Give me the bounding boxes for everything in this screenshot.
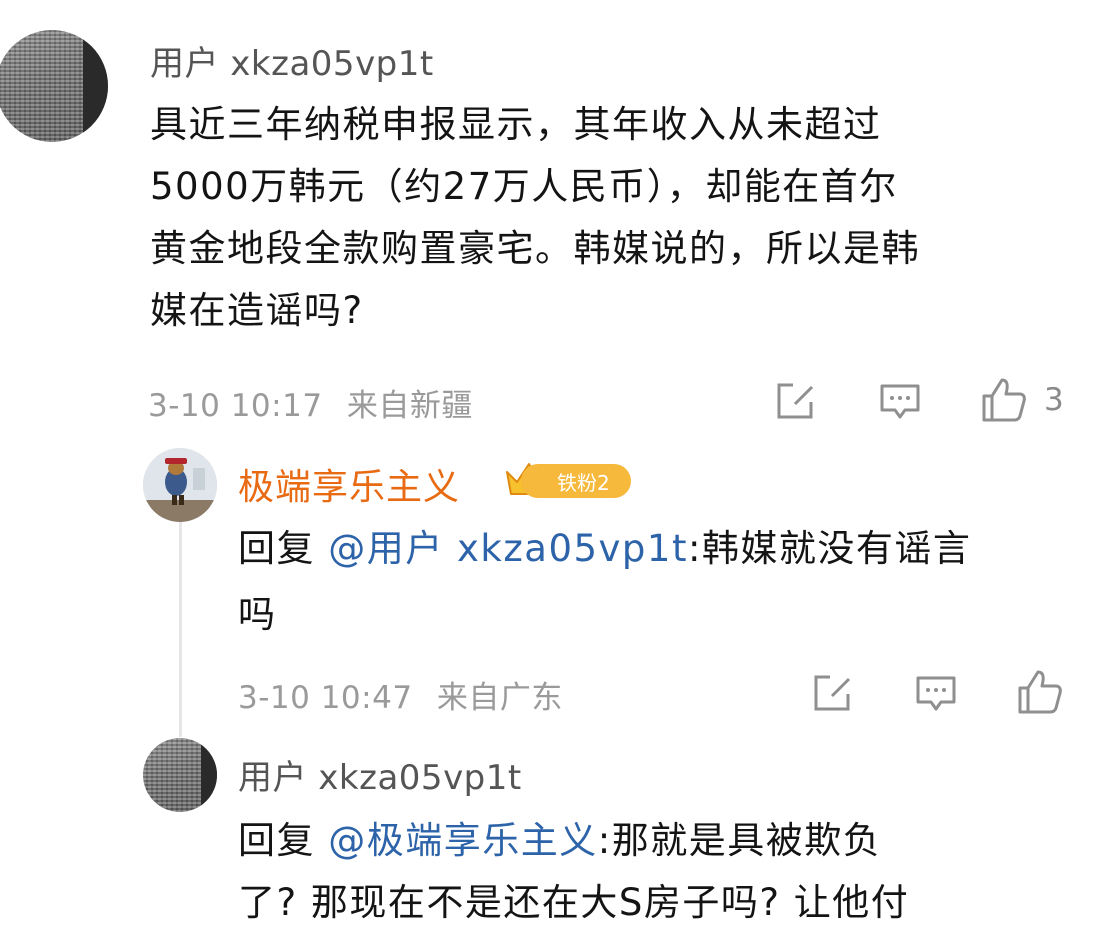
- reply-text: 回复 @用户 xkza05vp1t:韩媒就没有谣言 吗: [238, 518, 1058, 646]
- avatar[interactable]: [143, 738, 217, 812]
- reply-username[interactable]: 用户 xkza05vp1t: [238, 750, 522, 799]
- reply-text-line: 回复 @用户 xkza05vp1t:韩媒就没有谣言: [238, 518, 1058, 580]
- timestamp: 3-10 10:17: [148, 388, 323, 424]
- comment-text: 具近三年纳税申报显示，其年收入从未超过 5000万韩元（约27万人民币），却能在…: [150, 94, 1090, 342]
- avatar[interactable]: [0, 30, 108, 142]
- reply-text-line: 了? 那现在不是还在大S房子吗? 让他付: [238, 881, 910, 924]
- location: 来自广东: [436, 680, 563, 716]
- reply-text-line: 吗: [238, 593, 277, 636]
- comment-username[interactable]: 用户 xkza05vp1t: [150, 36, 434, 85]
- comment-text-line: 媒在造谣吗?: [150, 289, 364, 332]
- comment-meta: 3-10 10:17 来自新疆: [148, 380, 473, 425]
- thumbs-up-icon[interactable]: [1016, 668, 1064, 716]
- reply-meta: 3-10 10:47 来自广东: [238, 672, 563, 717]
- reply-content: :那就是具被欺负: [597, 819, 882, 862]
- reply-content: :韩媒就没有谣言: [687, 527, 972, 570]
- thread-line: [179, 522, 182, 737]
- comment-text-line: 黄金地段全款购置豪宅。韩媒说的，所以是韩: [150, 227, 920, 270]
- reply-username[interactable]: 极端享乐主义: [238, 458, 460, 510]
- comment-bubble-icon[interactable]: [878, 380, 922, 424]
- mention-link[interactable]: @用户 xkza05vp1t: [328, 527, 688, 570]
- reply-prefix: 回复: [238, 527, 329, 570]
- share-edit-icon[interactable]: [773, 380, 817, 422]
- comment-bubble-icon[interactable]: [914, 672, 958, 716]
- reply-text-line: 回复 @极端享乐主义:那就是具被欺负: [238, 810, 1098, 872]
- reply-text: 回复 @极端享乐主义:那就是具被欺负 了? 那现在不是还在大S房子吗? 让他付: [238, 810, 1098, 934]
- share-edit-icon[interactable]: [810, 672, 854, 714]
- comment-text-line: 5000万韩元（约27万人民币），却能在首尔: [150, 165, 898, 208]
- like-count: 3: [1044, 382, 1064, 418]
- comment-text-line: 具近三年纳税申报显示，其年收入从未超过: [150, 103, 882, 146]
- avatar[interactable]: [143, 448, 217, 522]
- thumbs-up-icon[interactable]: [980, 376, 1028, 424]
- badge-label: 铁粉2: [557, 470, 610, 495]
- timestamp: 3-10 10:47: [238, 680, 413, 716]
- reply-prefix: 回复: [238, 819, 329, 862]
- location: 来自新疆: [346, 388, 473, 424]
- fan-badge: 铁粉2: [503, 460, 633, 500]
- fan-level-badge: 铁粉2: [521, 464, 631, 498]
- mention-link[interactable]: @极端享乐主义: [328, 819, 598, 862]
